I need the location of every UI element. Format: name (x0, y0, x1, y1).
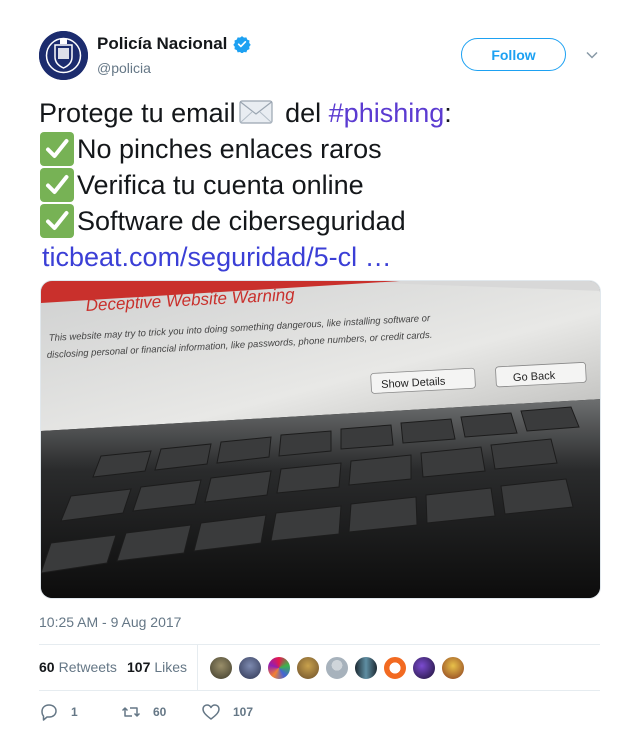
display-name[interactable]: Policía Nacional (97, 34, 227, 54)
likes-label: Likes (154, 659, 188, 675)
tweet-media-image[interactable]: Deceptive Website Warning This website m… (40, 280, 601, 599)
divider (39, 690, 600, 691)
heart-icon (202, 704, 220, 720)
retweets-label: Retweets (58, 659, 117, 675)
retweet-count: 60 (153, 705, 167, 719)
retweets-count: 60 (39, 659, 55, 675)
check-mark-icon (40, 132, 74, 166)
list-item: Software de ciberseguridad (77, 206, 406, 236)
like-button[interactable]: 107 (201, 702, 253, 722)
list-item: Verifica tu cuenta online (77, 170, 364, 200)
liker-avatar[interactable] (383, 656, 407, 680)
tweet-text: Protege tu email del #phishing : No pinc… (39, 95, 599, 275)
likes-count: 107 (127, 659, 151, 675)
tweet-actions: 1 60 107 (39, 702, 600, 726)
tweet-text-line1: Protege tu email (39, 98, 236, 128)
reply-count: 1 (71, 705, 78, 719)
liker-avatars (209, 656, 465, 680)
tweet-timestamp[interactable]: 10:25 AM - 9 Aug 2017 (39, 614, 181, 630)
liker-avatar[interactable] (412, 656, 436, 680)
retweet-icon (121, 707, 141, 717)
tweet-stats: 60 Retweets 107 Likes (39, 645, 600, 690)
envelope-icon (239, 100, 273, 124)
tweet-header: Policía Nacional @policia Follow (39, 31, 601, 81)
liker-avatar[interactable] (354, 656, 378, 680)
liker-avatar[interactable] (209, 656, 233, 680)
verified-badge-icon (233, 36, 252, 53)
chevron-down-icon[interactable] (585, 48, 599, 62)
like-count: 107 (233, 705, 254, 719)
liker-avatar[interactable] (441, 656, 465, 680)
follow-button[interactable]: Follow (461, 38, 566, 71)
handle[interactable]: @policia (97, 60, 151, 76)
reply-button[interactable]: 1 (39, 702, 78, 722)
avatar[interactable] (39, 31, 88, 80)
hashtag-link[interactable]: #phishing (329, 95, 445, 131)
likes-stat[interactable]: 107 Likes (127, 659, 187, 675)
liker-avatar[interactable] (238, 656, 262, 680)
liker-avatar[interactable] (267, 656, 291, 680)
liker-avatar[interactable] (325, 656, 349, 680)
tweet-text-del: del (277, 98, 329, 128)
tweet-link[interactable]: ticbeat.com/seguridad/5-cl … (42, 239, 392, 275)
media-go-back-label: Go Back (513, 370, 556, 384)
check-mark-icon (40, 168, 74, 202)
list-item: No pinches enlaces raros (77, 134, 382, 164)
stats-separator (197, 645, 198, 690)
reply-icon (41, 704, 57, 721)
retweets-stat[interactable]: 60 Retweets (39, 659, 117, 675)
tweet-text-colon: : (444, 98, 452, 128)
retweet-button[interactable]: 60 (121, 702, 166, 722)
liker-avatar[interactable] (296, 656, 320, 680)
check-mark-icon (40, 204, 74, 238)
